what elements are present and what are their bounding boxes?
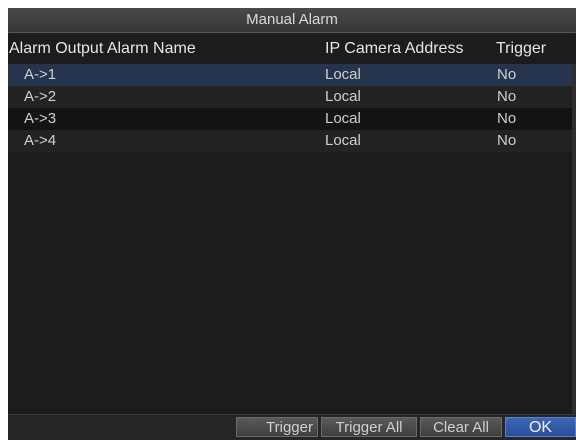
trigger-all-button[interactable]: Trigger All — [321, 417, 417, 437]
trigger-button[interactable]: Trigger — [236, 417, 318, 437]
trigger-status-cell: No — [497, 110, 517, 127]
table-row[interactable]: A->1 Local No — [8, 64, 576, 86]
trigger-status-cell: No — [497, 66, 517, 83]
ok-button[interactable]: OK — [505, 417, 576, 437]
trigger-status-cell: No — [497, 88, 517, 105]
header-alarm-output: Alarm Output Alarm Name — [9, 36, 196, 62]
manual-alarm-window: Manual Alarm Alarm Output Alarm Name IP … — [8, 8, 576, 440]
alarm-table: Alarm Output Alarm Name IP Camera Addres… — [8, 34, 576, 440]
alarm-name-cell: A->1 — [24, 66, 57, 83]
table-header: Alarm Output Alarm Name IP Camera Addres… — [8, 36, 576, 62]
header-alarm-name-label: Alarm Name — [106, 40, 196, 57]
window-title: Manual Alarm — [8, 8, 576, 33]
button-bar: Trigger Trigger All Clear All OK — [8, 414, 576, 440]
header-ip-camera-address: IP Camera Address — [325, 40, 464, 57]
clear-all-button[interactable]: Clear All — [420, 417, 502, 437]
table-row[interactable]: A->2 Local No — [8, 86, 576, 108]
ip-address-cell: Local — [325, 66, 361, 83]
header-trigger: Trigger — [496, 40, 547, 57]
table-scrollbar[interactable] — [572, 64, 576, 440]
table-row[interactable]: A->3 Local No — [8, 108, 576, 130]
table-row[interactable]: A->4 Local No — [8, 130, 576, 152]
alarm-name-cell: A->4 — [24, 132, 57, 149]
ip-address-cell: Local — [325, 110, 361, 127]
alarm-name-cell: A->3 — [24, 110, 57, 127]
ip-address-cell: Local — [325, 132, 361, 149]
header-alarm-output-label: Alarm Output — [9, 40, 104, 57]
alarm-name-cell: A->2 — [24, 88, 57, 105]
ip-address-cell: Local — [325, 88, 361, 105]
trigger-status-cell: No — [497, 132, 517, 149]
